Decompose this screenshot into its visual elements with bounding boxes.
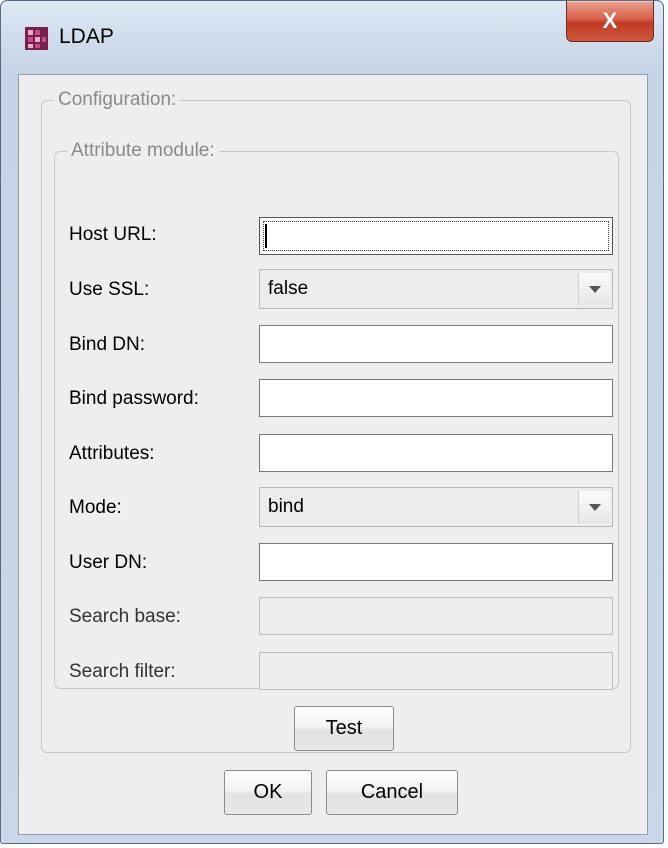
attribute-module-legend: Attribute module:: [71, 140, 215, 161]
text-caret: [265, 224, 267, 248]
mode-label: Mode:: [69, 497, 122, 518]
bind-password-label: Bind password:: [69, 388, 199, 409]
ok-button[interactable]: OK: [224, 770, 312, 815]
close-icon: X: [602, 8, 618, 33]
dialog-content: Configuration: Attribute module: Host UR…: [18, 74, 648, 835]
search-base-label: Search base:: [69, 606, 181, 627]
test-button[interactable]: Test: [294, 706, 394, 751]
host-url-label: Host URL:: [69, 224, 157, 245]
search-filter-input: [259, 652, 613, 690]
app-logo-icon: [25, 27, 48, 50]
bind-dn-label: Bind DN:: [69, 334, 146, 355]
bind-dn-input[interactable]: [259, 325, 613, 363]
attribute-module-group: Attribute module: Host URL: Use SSL: fal…: [54, 140, 619, 690]
host-url-input[interactable]: [259, 217, 613, 255]
attributes-input[interactable]: [259, 434, 613, 472]
cancel-button[interactable]: Cancel: [326, 770, 458, 815]
chevron-down-icon[interactable]: [578, 491, 610, 523]
chevron-down-icon[interactable]: [578, 273, 610, 305]
cancel-button-label: Cancel: [360, 781, 424, 803]
user-dn-label: User DN:: [69, 552, 148, 573]
ldap-dialog: LDAP X Configuration: Attribute module: …: [0, 0, 664, 844]
bind-password-input[interactable]: [259, 379, 613, 417]
search-base-input: [259, 597, 613, 635]
use-ssl-value: false: [268, 278, 309, 299]
search-filter-label: Search filter:: [69, 661, 176, 682]
test-button-label: Test: [325, 717, 363, 739]
mode-select[interactable]: bind: [259, 487, 613, 527]
window-title: LDAP: [59, 25, 114, 48]
ok-button-label: OK: [253, 781, 283, 803]
mode-value: bind: [268, 496, 304, 517]
close-button[interactable]: X: [566, 1, 654, 42]
title-bar: LDAP X: [1, 1, 663, 75]
attributes-label: Attributes:: [69, 443, 155, 464]
use-ssl-select[interactable]: false: [259, 269, 613, 309]
configuration-group: Configuration: Attribute module: Host UR…: [41, 89, 631, 753]
user-dn-input[interactable]: [259, 543, 613, 581]
focus-ring: [263, 221, 609, 251]
configuration-legend: Configuration:: [58, 89, 177, 110]
use-ssl-label: Use SSL:: [69, 279, 150, 300]
